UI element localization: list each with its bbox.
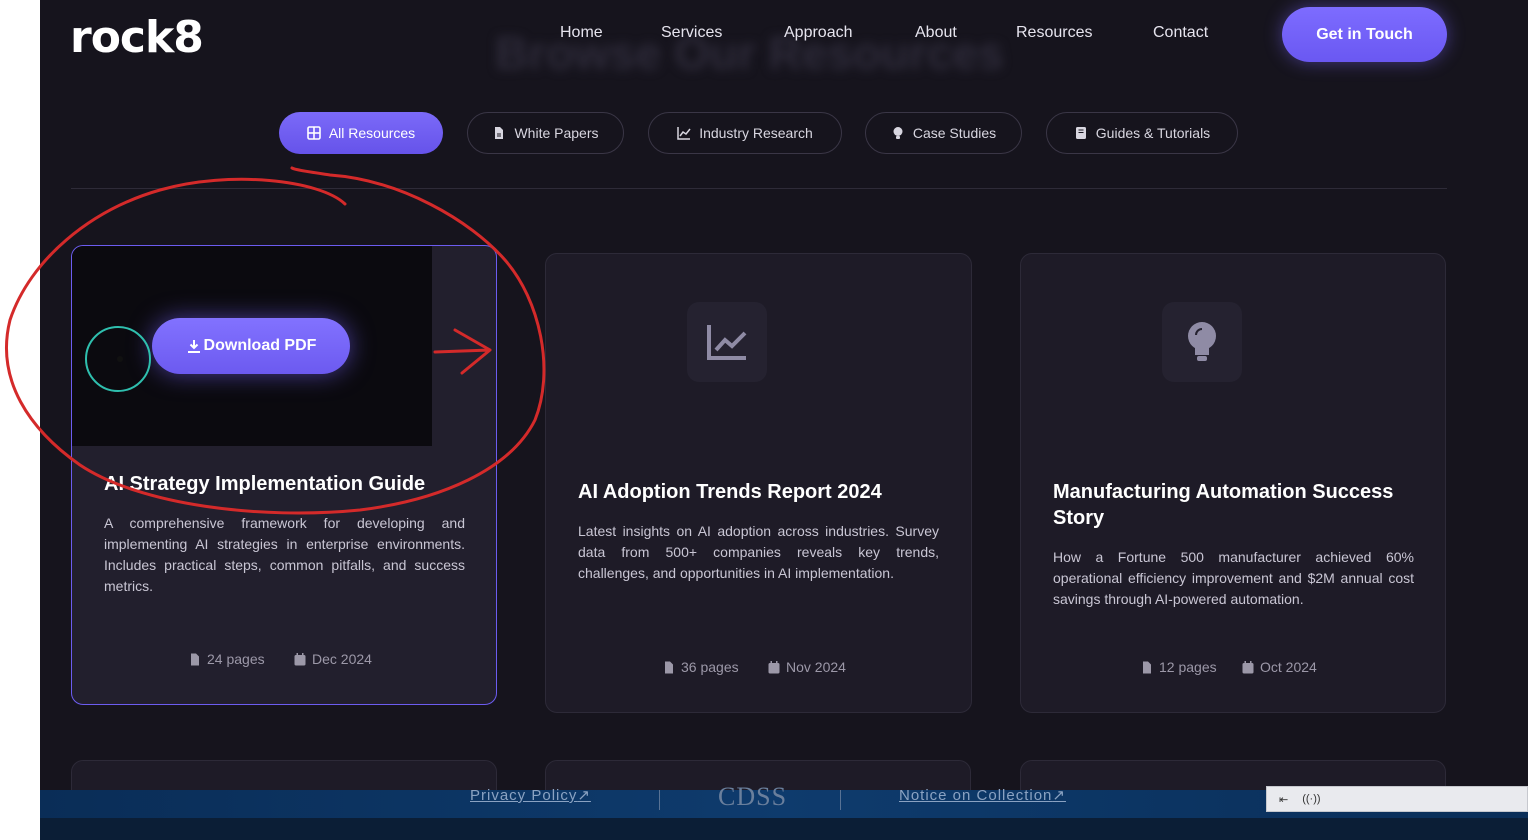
divider bbox=[71, 188, 1447, 189]
filter-label: Case Studies bbox=[912, 125, 997, 141]
calendar-icon bbox=[294, 652, 306, 665]
privacy-policy-link[interactable]: Privacy Policy↗ bbox=[470, 786, 591, 804]
footer-separator bbox=[659, 790, 660, 810]
logo[interactable]: rock8 bbox=[70, 12, 204, 63]
taskbar bbox=[40, 818, 1528, 840]
nav-services[interactable]: Services bbox=[661, 24, 722, 42]
publish-date: Nov 2024 bbox=[768, 659, 846, 675]
publish-date: Dec 2024 bbox=[294, 651, 372, 667]
filter-industry-research[interactable]: Industry Research bbox=[648, 112, 842, 154]
filter-label: All Resources bbox=[328, 125, 416, 141]
card-title: AI Adoption Trends Report 2024 bbox=[578, 481, 882, 503]
download-label: Download PDF bbox=[203, 337, 317, 354]
card-description: Latest insights on AI adoption across in… bbox=[578, 523, 939, 581]
page-count: 12 pages bbox=[1141, 659, 1217, 675]
filter-white-papers[interactable]: White Papers bbox=[467, 112, 624, 154]
filter-guides-tutorials[interactable]: Guides & Tutorials bbox=[1046, 112, 1238, 154]
filter-all-resources[interactable]: All Resources bbox=[279, 112, 443, 154]
resource-card[interactable]: AI Adoption Trends Report 2024 Latest in… bbox=[545, 253, 972, 713]
calendar-icon bbox=[768, 660, 780, 673]
file-icon bbox=[665, 661, 673, 673]
publish-date: Oct 2024 bbox=[1242, 659, 1317, 675]
page-count-label: 12 pages bbox=[1159, 659, 1217, 675]
resource-card[interactable]: Manufacturing Automation Success Story H… bbox=[1020, 253, 1446, 713]
card-title: Manufacturing Automation Success Story bbox=[1053, 481, 1394, 529]
tray-popup[interactable]: ⇤ ((·)) bbox=[1266, 786, 1528, 812]
download-pdf-button[interactable]: Download PDF bbox=[152, 318, 350, 374]
resources-page: Browse Our Resources rock8 Home Services… bbox=[40, 0, 1528, 790]
card-description: A comprehensive framework for developing… bbox=[104, 515, 465, 594]
download-icon bbox=[187, 340, 200, 353]
lightbulb-icon bbox=[1188, 322, 1216, 361]
date-label: Oct 2024 bbox=[1260, 659, 1317, 675]
file-icon bbox=[1143, 661, 1151, 673]
get-in-touch-button[interactable]: Get in Touch bbox=[1282, 7, 1447, 62]
date-label: Nov 2024 bbox=[786, 659, 846, 675]
book-icon bbox=[1075, 127, 1086, 139]
filter-label: White Papers bbox=[514, 125, 599, 141]
footer-separator bbox=[840, 790, 841, 810]
file-icon bbox=[495, 127, 504, 139]
date-label: Dec 2024 bbox=[312, 651, 372, 667]
notice-on-collection-link[interactable]: Notice on Collection↗ bbox=[899, 786, 1066, 804]
chart-line-icon bbox=[707, 325, 747, 360]
filter-label: Guides & Tutorials bbox=[1095, 125, 1211, 141]
cdss-logo: CDSS bbox=[718, 782, 788, 811]
grid-icon bbox=[307, 126, 321, 140]
page-count: 36 pages bbox=[663, 659, 739, 675]
nav-contact[interactable]: Contact bbox=[1153, 24, 1208, 42]
card-hover-overlay: Download PDF bbox=[72, 246, 432, 446]
card-icon-box bbox=[1162, 302, 1242, 382]
nav-approach[interactable]: Approach bbox=[784, 24, 853, 42]
filter-label: Industry Research bbox=[699, 125, 813, 141]
card-icon-box bbox=[687, 302, 767, 382]
lightbulb-icon bbox=[893, 127, 903, 139]
file-icon bbox=[191, 653, 199, 665]
nav-home[interactable]: Home bbox=[560, 24, 603, 42]
page-count: 24 pages bbox=[189, 651, 265, 667]
card-title: AI Strategy Implementation Guide bbox=[104, 473, 426, 495]
resource-card[interactable]: Download PDF AI Strategy Implementation … bbox=[71, 245, 497, 705]
card-description: How a Fortune 500 manufacturer achieved … bbox=[1053, 549, 1414, 607]
back-arrow-icon[interactable]: ⇤ bbox=[1279, 793, 1288, 806]
calendar-icon bbox=[1242, 660, 1254, 673]
nav-resources[interactable]: Resources bbox=[1016, 24, 1092, 42]
resource-card-partial[interactable] bbox=[71, 760, 497, 790]
page-count-label: 24 pages bbox=[207, 651, 265, 667]
filter-case-studies[interactable]: Case Studies bbox=[865, 112, 1022, 154]
page-count-label: 36 pages bbox=[681, 659, 739, 675]
wireless-icon[interactable]: ((·)) bbox=[1302, 793, 1320, 805]
nav-about[interactable]: About bbox=[915, 24, 957, 42]
chart-line-icon bbox=[677, 127, 691, 140]
